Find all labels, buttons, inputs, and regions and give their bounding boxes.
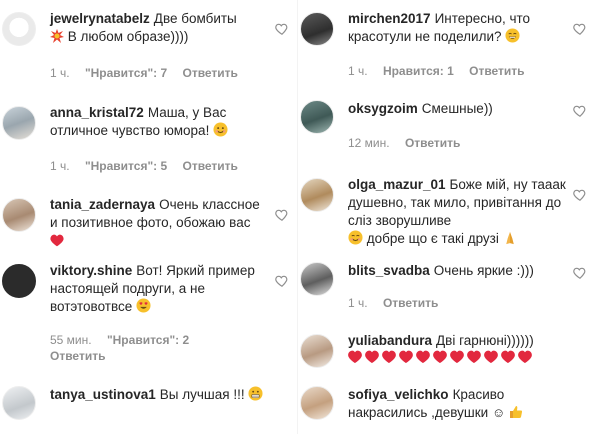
avatar[interactable] [2, 386, 36, 420]
comment-likes-count[interactable]: "Нравится": 7 [85, 66, 167, 80]
comment-body: Смешные)) [421, 101, 493, 116]
comment-body: Очень яркие :))) [433, 263, 534, 278]
comment-likes-count[interactable]: "Нравится": 5 [85, 159, 167, 173]
comment-username[interactable]: sofiya_velichko [348, 387, 449, 402]
smiling-emoji-icon [213, 122, 228, 142]
comment-likes-count[interactable]: "Нравится": 2 [107, 333, 189, 347]
comment-text: tanya_ustinova1 Вы лучшая !!! [50, 386, 269, 406]
avatar[interactable] [2, 106, 36, 140]
comment-text: yuliabandura Дві гарнюні)))))) [348, 332, 575, 369]
comment-meta: 1 ч. Нравится: 1 Ответить [348, 64, 537, 78]
like-heart-icon[interactable] [275, 22, 289, 36]
comment-text: olga_mazur_01 Боже мій, ну тааак душевно,… [348, 176, 567, 250]
comment-username[interactable]: viktory.shine [50, 263, 132, 278]
comment-time: 1 ч. [50, 159, 70, 173]
comment-text: blits_svadba Очень яркие :))) [348, 262, 567, 280]
comment-username[interactable]: mirchen2017 [348, 11, 431, 26]
avatar[interactable] [300, 386, 334, 420]
like-heart-icon[interactable] [573, 188, 587, 202]
avatar[interactable] [2, 264, 36, 298]
avatar[interactable] [300, 262, 334, 296]
thumbs-up-emoji-icon [509, 405, 523, 424]
avatar[interactable] [300, 178, 334, 212]
comment-text: tania_zadernaya Очень классное и позитивн… [50, 196, 269, 252]
comment-username[interactable]: jewelrynatabelz [50, 11, 150, 26]
comments-column-left: jewelrynatabelz Две бомбиты В любом образ… [0, 0, 297, 434]
smiling-emoji-icon [348, 230, 363, 250]
avatar[interactable] [2, 198, 36, 232]
comment-meta: 1 ч. "Нравится": 7 Ответить [50, 66, 250, 80]
comment-meta: 12 мин. Ответить [348, 136, 472, 150]
comment-time: 55 мин. [50, 333, 92, 347]
comment-username[interactable]: olga_mazur_01 [348, 177, 446, 192]
comment-meta: 55 мин. "Нравится": 2 Ответить [50, 332, 201, 364]
reply-button[interactable]: Ответить [182, 159, 237, 173]
reply-button[interactable]: Ответить [405, 136, 460, 150]
comments-column-right: mirchen2017 Интересно, что красотули не п… [298, 0, 595, 434]
avatar[interactable] [300, 100, 334, 134]
reply-button[interactable]: Ответить [50, 349, 105, 363]
like-heart-icon[interactable] [573, 266, 587, 280]
comment-body: Дві гарнюні)))))) [436, 333, 534, 348]
comment-body-cont: В любом образе)))) [67, 29, 189, 44]
avatar[interactable] [300, 12, 334, 46]
comment-username[interactable]: oksygzoim [348, 101, 418, 116]
comment-text: jewelrynatabelz Две бомбиты В любом образ… [50, 10, 269, 48]
reply-button[interactable]: Ответить [469, 64, 524, 78]
comment-time: 1 ч. [50, 66, 70, 80]
comment-username[interactable]: anna_kristal72 [50, 105, 144, 120]
like-heart-icon[interactable] [275, 208, 289, 222]
comment-time: 1 ч. [348, 296, 368, 310]
comment-username[interactable]: tanya_ustinova1 [50, 387, 156, 402]
comment-body: Вы лучшая !!! [159, 387, 245, 402]
comment-text: viktory.shine Вот! Яркий пример настоящей… [50, 262, 269, 318]
comment-text: anna_kristal72 Маша, у Вас отличное чувст… [50, 104, 269, 142]
like-heart-icon[interactable] [275, 274, 289, 288]
comment-text: sofiya_velichko Красиво накрасились ,деву… [348, 386, 567, 424]
like-heart-icon[interactable] [573, 22, 587, 36]
reply-button[interactable]: Ответить [383, 296, 438, 310]
folded-hands-emoji-icon [503, 230, 517, 250]
grimacing-emoji-icon [248, 386, 263, 406]
hearts-emoji-row [348, 350, 538, 369]
avatar[interactable] [2, 12, 36, 46]
like-heart-icon[interactable] [573, 104, 587, 118]
comment-body-cont: добре що є такі друзі [366, 231, 499, 246]
comment-username[interactable]: yuliabandura [348, 333, 432, 348]
red-hearts-icon [348, 350, 532, 363]
comment-meta: 1 ч. "Нравится": 5 Ответить [50, 159, 250, 173]
grinning-emoji-icon [505, 28, 520, 48]
comment-username[interactable]: tania_zadernaya [50, 197, 155, 212]
red-heart-icon [50, 234, 64, 252]
comment-body: Две бомбиты [153, 11, 237, 26]
avatar[interactable] [300, 334, 334, 368]
explosion-emoji-icon [50, 29, 64, 48]
reply-button[interactable]: Ответить [182, 66, 237, 80]
comment-time: 1 ч. [348, 64, 368, 78]
comment-likes-count[interactable]: Нравится: 1 [383, 64, 454, 78]
comment-text: mirchen2017 Интересно, что красотули не п… [348, 10, 567, 48]
comment-username[interactable]: blits_svadba [348, 263, 430, 278]
comment-time: 12 мин. [348, 136, 390, 150]
heart-eyes-emoji-icon [136, 298, 151, 318]
smile-glyph-icon: ☺ [491, 405, 506, 420]
comment-meta: 1 ч. Ответить [348, 296, 450, 310]
comment-text: oksygzoim Смешные)) [348, 100, 567, 118]
